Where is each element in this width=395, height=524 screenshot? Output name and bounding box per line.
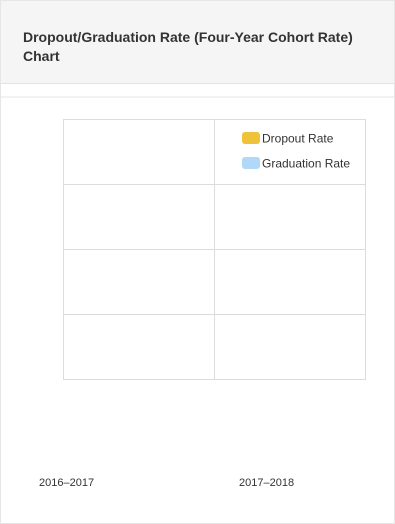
chart-card: Dropout/Graduation Rate (Four-Year Cohor… <box>0 0 395 524</box>
legend: Dropout Rate Graduation Rate <box>242 132 350 171</box>
x-tick-label: 2016–2017 <box>39 477 94 489</box>
x-tick-label: 2017–2018 <box>239 477 294 489</box>
legend-swatch <box>242 157 260 169</box>
legend-label: Graduation Rate <box>262 157 350 171</box>
legend-label: Dropout Rate <box>262 132 334 146</box>
legend-swatch <box>242 132 260 144</box>
x-axis-tick-labels: 2016–2017 2017–2018 <box>39 477 294 489</box>
chart-canvas: 2016–2017 2017–2018 Dropout Rate Graduatio… <box>1 96 394 489</box>
